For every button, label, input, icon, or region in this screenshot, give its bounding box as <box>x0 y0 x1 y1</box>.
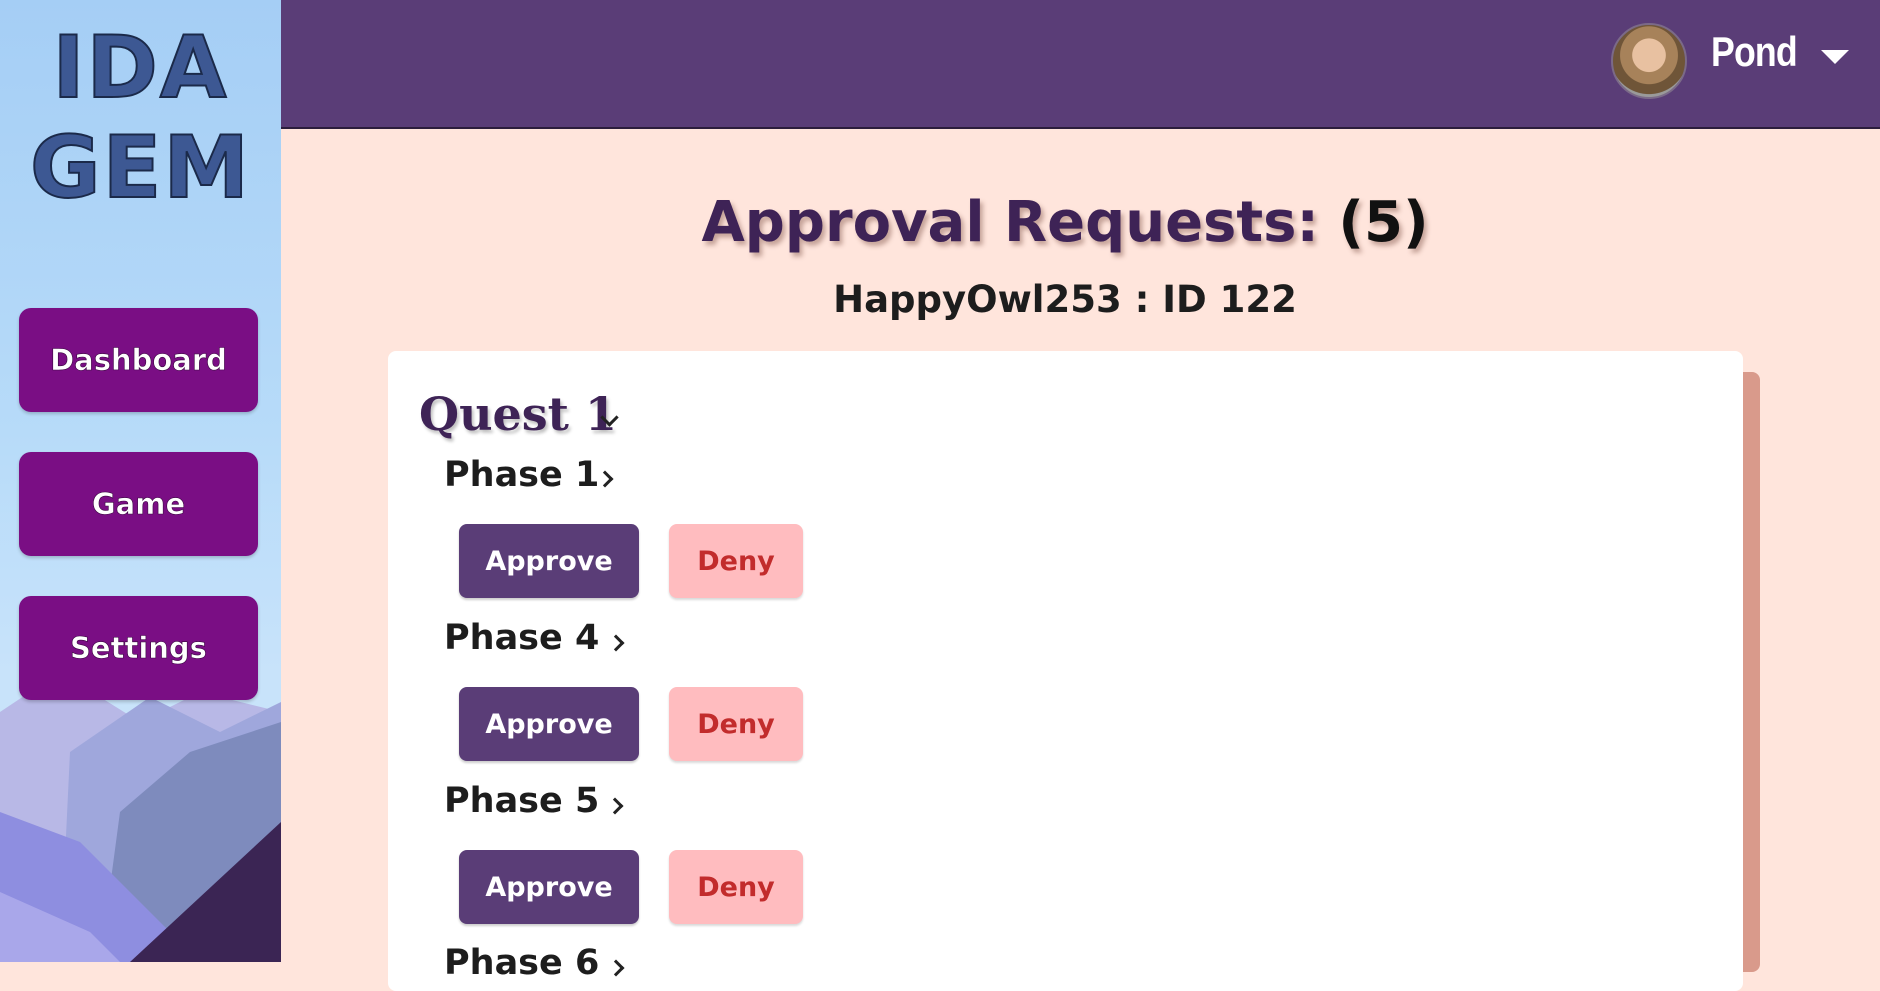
request-count: (5) <box>1338 190 1429 255</box>
phase-title[interactable]: Phase 6 <box>444 943 599 983</box>
phase-title[interactable]: Phase 1 <box>444 455 599 495</box>
logo-line-1: IDA <box>52 17 229 119</box>
chevron-right-icon[interactable] <box>606 797 624 815</box>
sidebar-item-game[interactable]: Game <box>19 452 258 556</box>
approve-button[interactable]: Approve <box>459 687 639 761</box>
approval-card: Quest 1 Phase 1 Approve Deny Phase 4 App… <box>388 351 1743 991</box>
page-title: Approval Requests: (5) <box>281 190 1849 255</box>
phase-title[interactable]: Phase 4 <box>444 618 599 658</box>
chevron-right-icon[interactable] <box>607 634 625 652</box>
username[interactable]: Pond <box>1711 28 1798 76</box>
caret-down-icon[interactable] <box>1821 50 1849 64</box>
deny-button[interactable]: Deny <box>669 850 803 924</box>
approve-button[interactable]: Approve <box>459 524 639 598</box>
top-bar: Pond <box>281 0 1880 129</box>
deny-button[interactable]: Deny <box>669 687 803 761</box>
approve-button[interactable]: Approve <box>459 850 639 924</box>
sidebar-item-settings[interactable]: Settings <box>19 596 258 700</box>
phase-title[interactable]: Phase 5 <box>444 781 599 821</box>
app-logo: IDA GEM <box>0 17 281 219</box>
sidebar: IDA GEM Dashboard Game Settings <box>0 0 281 962</box>
avatar[interactable] <box>1611 23 1687 99</box>
logo-line-2: GEM <box>29 117 251 219</box>
sidebar-item-dashboard[interactable]: Dashboard <box>19 308 258 412</box>
quest-title[interactable]: Quest 1 <box>419 387 617 441</box>
page-title-label: Approval Requests: <box>701 190 1319 255</box>
deny-button[interactable]: Deny <box>669 524 803 598</box>
user-id-subtitle: HappyOwl253 : ID 122 <box>833 278 1297 321</box>
chevron-right-icon[interactable] <box>607 959 625 977</box>
